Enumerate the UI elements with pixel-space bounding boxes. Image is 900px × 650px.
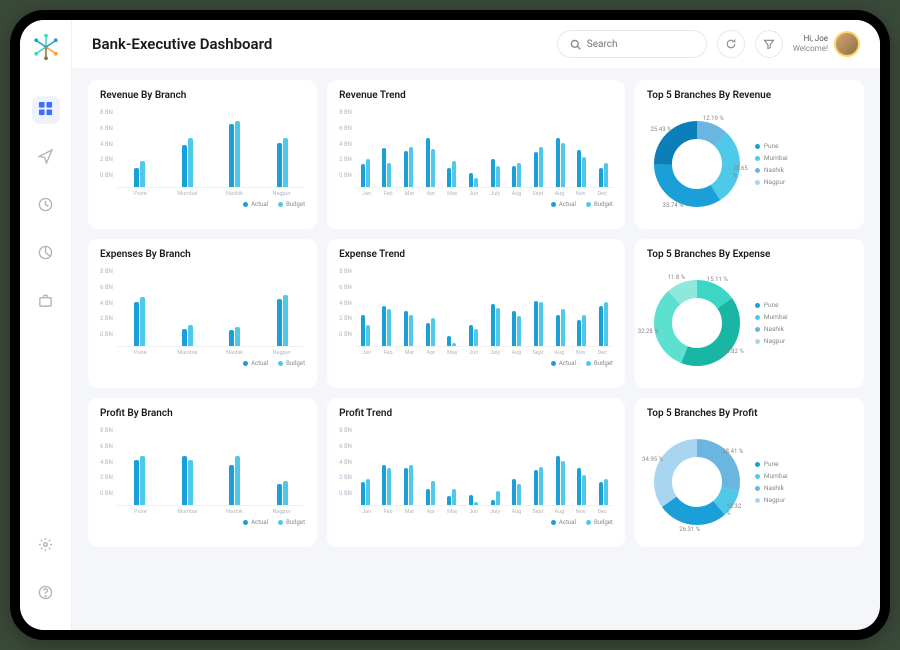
nav-dashboard[interactable] (32, 96, 60, 124)
user-block[interactable]: Hi, Joe Welcome! (793, 31, 860, 57)
search-input[interactable] (587, 39, 720, 50)
main: Bank-Executive Dashboard Hi, Joe (72, 20, 880, 630)
header: Bank-Executive Dashboard Hi, Joe (72, 20, 880, 68)
nav-help[interactable] (32, 580, 60, 608)
legend: Actual Budget (339, 360, 613, 367)
card-title: Revenue By Branch (100, 90, 305, 101)
card-title: Profit Trend (339, 408, 613, 419)
user-greeting: Hi, Joe Welcome! (793, 34, 828, 53)
refresh-button[interactable] (717, 30, 745, 58)
grid-icon (38, 101, 53, 120)
legend: Actual Budget (100, 360, 305, 367)
legend: Actual Budget (100, 201, 305, 208)
pie-icon (38, 245, 53, 264)
filter-icon (763, 35, 775, 54)
legend: Actual Budget (100, 519, 305, 526)
card-expense-donut: Top 5 Branches By Expense 15.11 %40.82 %… (635, 239, 864, 388)
card-title: Top 5 Branches By Revenue (647, 90, 852, 101)
send-icon (38, 149, 53, 168)
card-revenue-branch: Revenue By Branch 8 BN6 BN4 BN2 BN0 BNPu… (88, 80, 317, 229)
help-icon (38, 585, 53, 604)
card-revenue-trend: Revenue Trend 8 BN6 BN4 BN2 BN0 BNJanFeb… (327, 80, 625, 229)
card-profit-trend: Profit Trend 8 BN6 BN4 BN2 BN0 BNJanFebM… (327, 398, 625, 547)
card-profit-donut: Top 5 Branches By Profit 28.41 %10.32 %2… (635, 398, 864, 547)
avatar (834, 31, 860, 57)
card-title: Expenses By Branch (100, 249, 305, 260)
nav-history[interactable] (32, 192, 60, 220)
chart-revenue-branch: 8 BN6 BN4 BN2 BN0 BNPuneMumbaiNashikNagp… (100, 109, 305, 197)
card-title: Revenue Trend (339, 90, 613, 101)
chart-expense-branch: 8 BN6 BN4 BN2 BN0 BNPuneMumbaiNashikNagp… (100, 268, 305, 356)
card-title: Top 5 Branches By Expense (647, 249, 852, 260)
card-expense-branch: Expenses By Branch 8 BN6 BN4 BN2 BN0 BNP… (88, 239, 317, 388)
sidebar (20, 20, 72, 630)
nav-settings[interactable] (32, 532, 60, 560)
page-title: Bank-Executive Dashboard (92, 35, 272, 53)
refresh-icon (725, 35, 737, 54)
chart-profit-donut: 28.41 %10.32 %26.31 %34.95 %PuneMumbaiNa… (647, 427, 852, 537)
content: Revenue By Branch 8 BN6 BN4 BN2 BN0 BNPu… (72, 68, 880, 630)
legend: Actual Budget (339, 201, 613, 208)
card-expense-trend: Expense Trend 8 BN6 BN4 BN2 BN0 BNJanFeb… (327, 239, 625, 388)
legend: Actual Budget (339, 519, 613, 526)
card-revenue-donut: Top 5 Branches By Revenue 12.19 %28.65 %… (635, 80, 864, 229)
search-icon (570, 35, 587, 54)
gear-icon (38, 537, 53, 556)
nav-briefcase[interactable] (32, 288, 60, 316)
chart-revenue-donut: 12.19 %28.65 %33.74 %25.43 %PuneMumbaiNa… (647, 109, 852, 219)
card-title: Expense Trend (339, 249, 613, 260)
chart-profit-trend: 8 BN6 BN4 BN2 BN0 BNJanFebMarAprMayJunJu… (339, 427, 613, 515)
card-profit-branch: Profit By Branch 8 BN6 BN4 BN2 BN0 BNPun… (88, 398, 317, 547)
chart-expense-donut: 15.11 %40.82 %32.28 %11.8 %PuneMumbaiNas… (647, 268, 852, 378)
chart-expense-trend: 8 BN6 BN4 BN2 BN0 BNJanFebMarAprMayJunJu… (339, 268, 613, 356)
filter-button[interactable] (755, 30, 783, 58)
nav-analytics[interactable] (32, 240, 60, 268)
search-box[interactable] (557, 30, 707, 58)
briefcase-icon (38, 293, 53, 312)
dashboard-grid: Revenue By Branch 8 BN6 BN4 BN2 BN0 BNPu… (88, 80, 864, 547)
tablet-frame: Bank-Executive Dashboard Hi, Joe (10, 10, 890, 640)
nav-send[interactable] (32, 144, 60, 172)
chart-profit-branch: 8 BN6 BN4 BN2 BN0 BNPuneMumbaiNashikNagp… (100, 427, 305, 515)
card-title: Profit By Branch (100, 408, 305, 419)
app-screen: Bank-Executive Dashboard Hi, Joe (20, 20, 880, 630)
clock-icon (38, 197, 53, 216)
brand-logo (31, 32, 61, 62)
chart-revenue-trend: 8 BN6 BN4 BN2 BN0 BNJanFebMarAprMayJunJu… (339, 109, 613, 197)
card-title: Top 5 Branches By Profit (647, 408, 852, 419)
